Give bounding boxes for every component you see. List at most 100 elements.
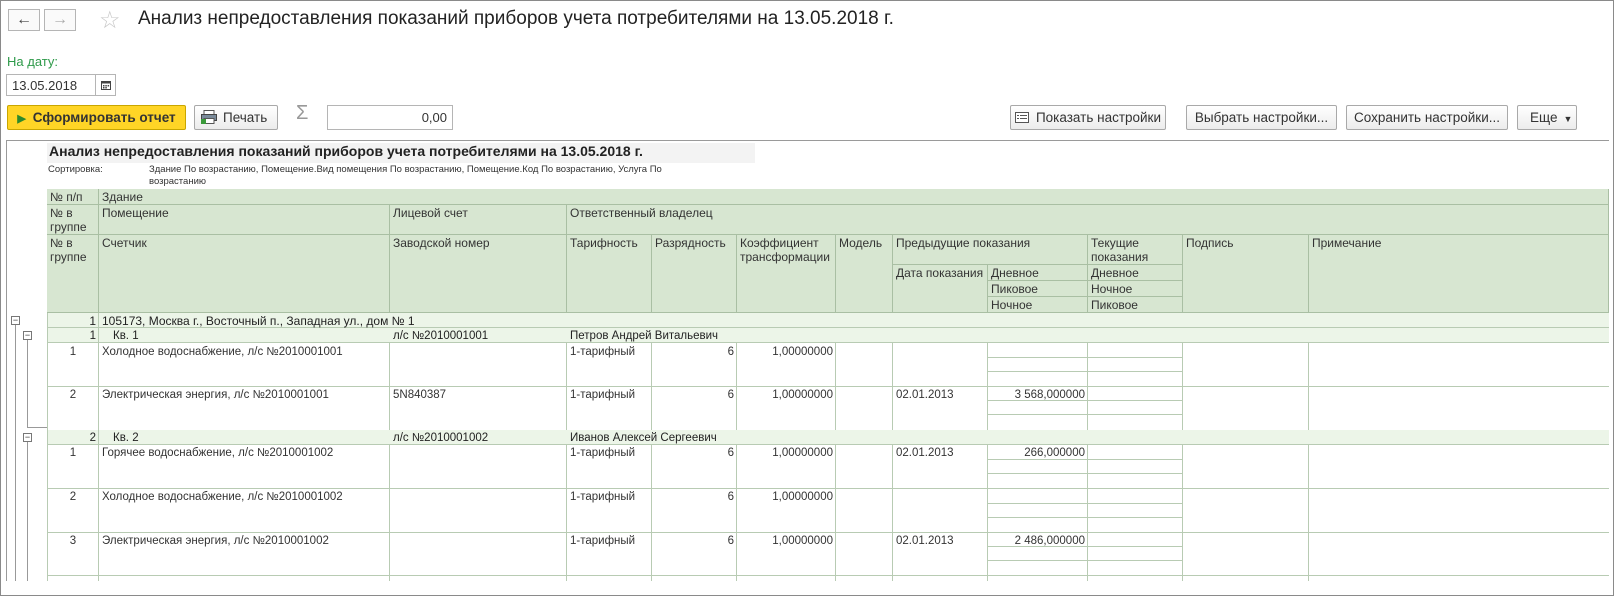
- row-meter: Горячее водоснабжение, л/с №2010001002: [102, 447, 334, 459]
- group-num: 2: [47, 430, 99, 445]
- header-owner: Ответственный владелец: [567, 205, 1609, 235]
- group-room: Кв. 1: [99, 328, 390, 343]
- header-digits: Разрядность: [652, 235, 737, 313]
- report-spreadsheet[interactable]: Анализ непредоставления показаний прибор…: [6, 140, 1609, 581]
- header-cur-day: Дневное: [1088, 265, 1183, 281]
- grid-line: [47, 488, 1609, 489]
- sort-value: Здание По возрастанию, Помещение.Вид пом…: [149, 164, 662, 187]
- show-settings-label: Показать настройки: [1035, 110, 1162, 125]
- group-account: л/с №2010001002: [390, 430, 567, 445]
- back-button[interactable]: ←: [8, 9, 40, 31]
- row-digits: 6: [727, 389, 734, 401]
- row-digits: 6: [727, 491, 734, 503]
- print-button[interactable]: Печать: [194, 105, 278, 130]
- grid-line: [47, 313, 48, 581]
- favorite-star-icon[interactable]: ☆: [99, 6, 121, 35]
- row-coef: 1,00000000: [772, 389, 833, 401]
- grid-line: [892, 445, 893, 581]
- row-coef: 1,00000000: [772, 491, 833, 503]
- chevron-down-icon: ▼: [1563, 114, 1573, 124]
- header-building: Здание: [99, 189, 1609, 205]
- save-settings-button[interactable]: Сохранить настройки...: [1346, 105, 1508, 130]
- grid-line: [98, 313, 99, 581]
- grid-line: [389, 445, 390, 581]
- row-date: 02.01.2013: [896, 535, 954, 547]
- grid-line: [835, 445, 836, 581]
- grid-line: [987, 503, 1183, 504]
- row-meter: Электрическая энергия, л/с №2010001002: [102, 535, 329, 547]
- grid-line: [987, 400, 1183, 401]
- generate-report-button[interactable]: ▶ Сформировать отчет: [7, 105, 186, 130]
- header-tariff: Тарифность: [567, 235, 652, 313]
- grid-line: [987, 560, 1183, 561]
- sum-field: 0,00: [327, 105, 453, 130]
- header-np: № п/п: [47, 189, 99, 205]
- sum-icon: Σ: [296, 102, 309, 124]
- header-serial: Заводской номер: [390, 235, 567, 313]
- report-title: Анализ непредоставления показаний прибор…: [47, 143, 755, 163]
- grid-line: [651, 445, 652, 581]
- row-meter: Холодное водоснабжение, л/с №2010001001: [102, 346, 343, 358]
- row-digits: 6: [727, 447, 734, 459]
- group-account: л/с №2010001001: [390, 328, 567, 343]
- date-label: На дату:: [7, 54, 58, 69]
- header-prev: Предыдущие показания: [893, 235, 1088, 265]
- print-label: Печать: [223, 110, 268, 125]
- row-serial: 5N840387: [393, 389, 447, 401]
- date-input[interactable]: 13.05.2018: [6, 74, 96, 96]
- grid-line: [987, 473, 1183, 474]
- header-peak: Пиковое: [988, 281, 1088, 297]
- more-button[interactable]: Еще ▼: [1517, 105, 1577, 130]
- header-day: Дневное: [988, 265, 1088, 281]
- tree-line: [27, 340, 28, 427]
- header-meter: Счетчик: [99, 235, 390, 313]
- forward-button[interactable]: →: [44, 9, 76, 31]
- grid-line: [566, 445, 567, 581]
- row-tariff: 1-тарифный: [570, 491, 636, 503]
- header-cur-peak: Пиковое: [1088, 297, 1183, 313]
- header-current: Текущие показания: [1088, 235, 1183, 265]
- tree-line: [27, 427, 47, 428]
- collapse-building-toggle[interactable]: −: [11, 316, 20, 325]
- show-settings-button[interactable]: Показать настройки: [1010, 105, 1166, 130]
- header-prev-date: Дата показания: [893, 265, 988, 313]
- row-digits: 6: [727, 346, 734, 358]
- choose-settings-label: Выбрать настройки...: [1194, 110, 1329, 125]
- header-signature: Подпись: [1183, 235, 1309, 313]
- generate-report-label: Сформировать отчет: [32, 110, 176, 125]
- grid-line: [736, 445, 737, 581]
- grid-line: [987, 414, 1183, 415]
- collapse-group-1-toggle[interactable]: −: [23, 331, 32, 340]
- arrow-right-icon: →: [52, 11, 68, 28]
- row-tariff: 1-тарифный: [570, 346, 636, 358]
- row-tariff: 1-тарифный: [570, 389, 636, 401]
- grid-line: [987, 517, 1183, 518]
- choose-settings-button[interactable]: Выбрать настройки...: [1186, 105, 1337, 130]
- printer-icon: [201, 110, 217, 124]
- sort-label: Сортировка:: [48, 164, 103, 175]
- row-date: 02.01.2013: [896, 389, 954, 401]
- save-settings-label: Сохранить настройки...: [1354, 110, 1500, 125]
- row-date: 02.01.2013: [896, 447, 954, 459]
- page-title: Анализ непредоставления показаний прибор…: [138, 8, 894, 29]
- group-owner: Петров Андрей Витальевич: [567, 328, 1609, 343]
- collapse-group-2-toggle[interactable]: −: [23, 433, 32, 442]
- row-num: 1: [69, 346, 77, 358]
- grid-line: [987, 357, 1183, 358]
- grid-line: [47, 575, 1609, 576]
- header-note: Примечание: [1309, 235, 1609, 313]
- header-coef: Коэффициент трансформации: [737, 235, 836, 313]
- grid-line: [47, 386, 1609, 387]
- group-room: Кв. 2: [99, 430, 390, 445]
- row-coef: 1,00000000: [772, 447, 833, 459]
- more-label: Еще: [1530, 110, 1558, 125]
- row-coef: 1,00000000: [772, 535, 833, 547]
- group-owner: Иванов Алексей Сергеевич: [567, 430, 1609, 445]
- arrow-left-icon: ←: [16, 11, 32, 28]
- row-coef: 1,00000000: [772, 346, 833, 358]
- header-in-group-2: № в группе: [47, 235, 99, 313]
- row-num: 2: [69, 389, 77, 401]
- calendar-button[interactable]: [96, 74, 116, 96]
- row-tariff: 1-тарифный: [570, 447, 636, 459]
- building-name: 105173, Москва г., Восточный п., Западна…: [99, 313, 1609, 328]
